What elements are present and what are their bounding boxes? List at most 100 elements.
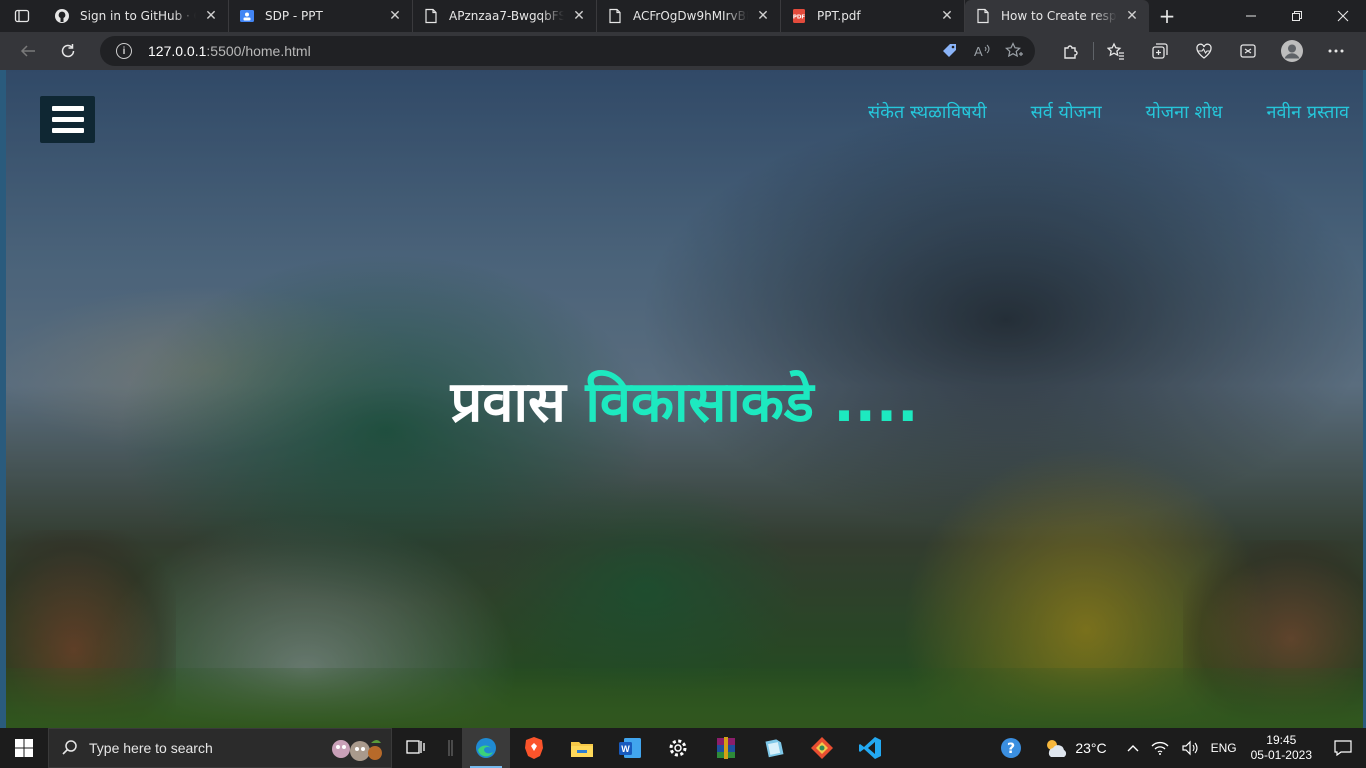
close-tab-icon[interactable]: ✕: [202, 7, 220, 25]
collections-button[interactable]: [1138, 32, 1182, 70]
partly-cloudy-icon: [1047, 740, 1067, 757]
volume-button[interactable]: [1175, 728, 1205, 768]
taskbar-git-tool[interactable]: [798, 728, 846, 768]
close-window-button[interactable]: [1320, 0, 1366, 32]
hamburger-line: [51, 128, 84, 133]
hamburger-menu-button[interactable]: [40, 96, 95, 143]
clock-time: 19:45: [1266, 733, 1297, 747]
taskbar-word[interactable]: W: [606, 728, 654, 768]
notification-center-button[interactable]: [1320, 728, 1366, 768]
weather-temperature: 23°C: [1075, 740, 1107, 756]
edge-browser-icon: [476, 738, 496, 758]
task-view-button[interactable]: [392, 728, 440, 768]
tab-acfrog[interactable]: ACFrOgDw9hMIrvBByz ✕: [597, 0, 781, 32]
health-button[interactable]: [1182, 32, 1226, 70]
taskbar-brave[interactable]: [510, 728, 558, 768]
back-button[interactable]: [8, 32, 48, 70]
search-highlight-illustration-icon: [332, 740, 382, 761]
word-icon: W: [619, 738, 641, 758]
tab-github[interactable]: Sign in to GitHub · GitHub ✕: [44, 0, 229, 32]
network-button[interactable]: [1145, 728, 1175, 768]
weather-widget[interactable]: 23°C: [1029, 728, 1112, 768]
tab-title: How to Create responsive: [1001, 9, 1117, 23]
read-aloud-icon[interactable]: A: [973, 42, 991, 60]
nav-link-scheme-search[interactable]: योजना शोध: [1146, 100, 1223, 124]
slides-icon: [239, 8, 255, 24]
svg-text:W: W: [621, 744, 630, 754]
price-tag-icon[interactable]: [941, 42, 959, 60]
info-icon[interactable]: i: [116, 43, 132, 59]
tab-ppt-pdf[interactable]: PDF PPT.pdf ✕: [781, 0, 965, 32]
taskbar-edge[interactable]: [462, 728, 510, 768]
more-dots-icon: [1328, 49, 1344, 53]
minimize-button[interactable]: [1228, 0, 1274, 32]
window-controls: [1228, 0, 1366, 32]
tab-active-howto[interactable]: How to Create responsive ✕: [965, 0, 1149, 32]
url-path: :5500/home.html: [206, 43, 311, 59]
hero-title-word2: विकासाकडे ....: [585, 370, 919, 435]
tab-actions-icon: [14, 9, 30, 23]
favorites-star-icon: [1107, 42, 1124, 60]
taskbar-settings[interactable]: [654, 728, 702, 768]
start-button[interactable]: [0, 728, 48, 768]
close-tab-icon[interactable]: ✕: [754, 7, 772, 25]
tab-actions-button[interactable]: [0, 0, 44, 32]
hero-title-word1: प्रवास: [450, 370, 566, 435]
help-button[interactable]: ?: [993, 728, 1029, 768]
system-tray: ? 23°C ENG 19:45 05-01-2023: [993, 728, 1366, 768]
nav-link-all-schemes[interactable]: सर्व योजना: [1031, 100, 1102, 124]
input-language[interactable]: ENG: [1205, 728, 1243, 768]
search-icon: [62, 740, 77, 755]
windows-taskbar: Type here to search W ? 23°C ENG 19:45 0…: [0, 728, 1366, 768]
sticky-note-icon: [765, 739, 784, 758]
refresh-button[interactable]: [48, 32, 88, 70]
chevron-up-icon: [1127, 745, 1139, 752]
toolbar-actions: [1049, 32, 1358, 70]
taskbar-vscode[interactable]: [846, 728, 894, 768]
winrar-icon: [717, 737, 735, 759]
taskbar-winrar[interactable]: [702, 728, 750, 768]
svg-text:A: A: [974, 44, 983, 59]
clock[interactable]: 19:45 05-01-2023: [1243, 733, 1320, 763]
plus-icon: +: [1158, 4, 1176, 28]
extensions-button[interactable]: [1049, 32, 1093, 70]
hamburger-line: [51, 106, 84, 111]
gripper-icon: [448, 740, 453, 756]
screenshot-button[interactable]: [1226, 32, 1270, 70]
document-icon: [423, 8, 439, 24]
close-tab-icon[interactable]: ✕: [938, 7, 956, 25]
document-icon: [607, 8, 623, 24]
address-field[interactable]: i 127.0.0.1:5500/home.html A: [100, 36, 1035, 66]
taskbar-file-explorer[interactable]: [558, 728, 606, 768]
taskbar-search-box[interactable]: Type here to search: [48, 728, 392, 768]
new-tab-button[interactable]: +: [1149, 0, 1185, 32]
taskbar-notes-app[interactable]: [750, 728, 798, 768]
speaker-icon: [1181, 740, 1198, 756]
tab-apznzaa7[interactable]: APznzaa7-BwgqbFSAn ✕: [413, 0, 597, 32]
tab-sdp-ppt[interactable]: SDP - PPT ✕: [229, 0, 413, 32]
clock-date: 05-01-2023: [1250, 748, 1312, 762]
close-tab-icon[interactable]: ✕: [1123, 7, 1141, 25]
close-tab-icon[interactable]: ✕: [570, 7, 588, 25]
close-tab-icon[interactable]: ✕: [386, 7, 404, 25]
nav-link-about[interactable]: संकेत स्थळाविषयी: [868, 100, 987, 124]
settings-more-button[interactable]: [1314, 32, 1358, 70]
search-placeholder: Type here to search: [89, 740, 213, 756]
tab-bar: Sign in to GitHub · GitHub ✕ SDP - PPT ✕…: [0, 0, 1366, 32]
notification-icon: [1334, 740, 1352, 756]
pdf-icon: PDF: [791, 8, 807, 24]
document-icon: [975, 8, 991, 24]
profile-button[interactable]: [1270, 32, 1314, 70]
refresh-icon: [61, 44, 75, 58]
restore-button[interactable]: [1274, 0, 1320, 32]
windows-logo-icon: [15, 739, 33, 757]
hamburger-line: [51, 117, 84, 122]
tab-title: SDP - PPT: [265, 9, 323, 23]
taskbar-gripper: [440, 728, 462, 768]
add-favorite-icon[interactable]: [1005, 42, 1023, 60]
github-icon: [54, 8, 70, 24]
favorites-button[interactable]: [1094, 32, 1138, 70]
nav-link-new-proposal[interactable]: नवीन प्रस्ताव: [1266, 100, 1349, 124]
minimize-icon: [1246, 15, 1256, 17]
show-hidden-icons-button[interactable]: [1113, 728, 1145, 768]
